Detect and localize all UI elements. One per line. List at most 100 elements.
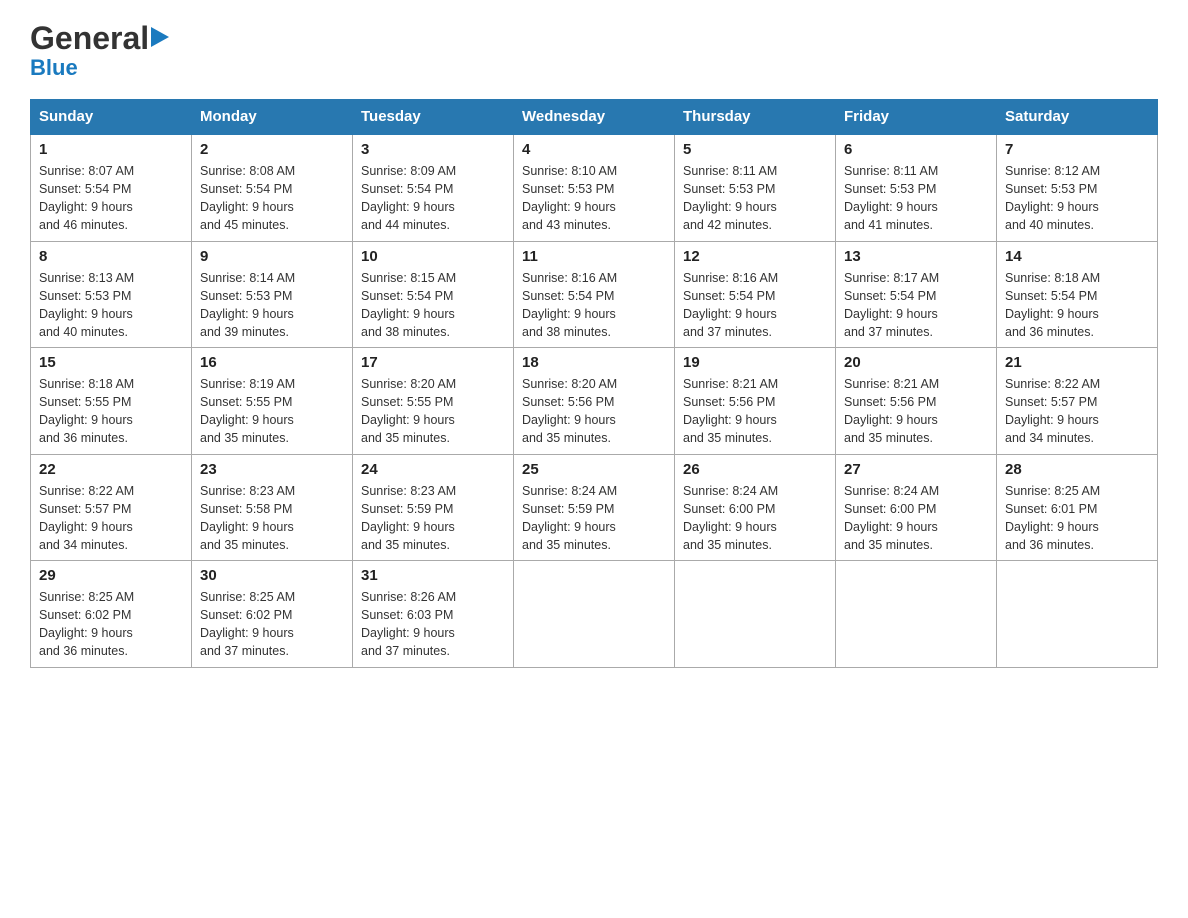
day-info: Sunrise: 8:20 AMSunset: 5:56 PMDaylight:… — [522, 377, 617, 445]
calendar-cell: 31 Sunrise: 8:26 AMSunset: 6:03 PMDaylig… — [353, 561, 514, 668]
day-number: 11 — [522, 248, 666, 265]
calendar-cell: 10 Sunrise: 8:15 AMSunset: 5:54 PMDaylig… — [353, 241, 514, 348]
day-number: 2 — [200, 141, 344, 158]
calendar-cell: 20 Sunrise: 8:21 AMSunset: 5:56 PMDaylig… — [836, 348, 997, 455]
day-number: 20 — [844, 354, 988, 371]
day-number: 19 — [683, 354, 827, 371]
day-number: 6 — [844, 141, 988, 158]
calendar-cell: 22 Sunrise: 8:22 AMSunset: 5:57 PMDaylig… — [31, 454, 192, 561]
day-info: Sunrise: 8:20 AMSunset: 5:55 PMDaylight:… — [361, 377, 456, 445]
day-number: 23 — [200, 461, 344, 478]
col-header-sunday: Sunday — [31, 100, 192, 135]
calendar-cell: 13 Sunrise: 8:17 AMSunset: 5:54 PMDaylig… — [836, 241, 997, 348]
calendar-cell: 4 Sunrise: 8:10 AMSunset: 5:53 PMDayligh… — [514, 134, 675, 241]
calendar-cell: 3 Sunrise: 8:09 AMSunset: 5:54 PMDayligh… — [353, 134, 514, 241]
day-info: Sunrise: 8:18 AMSunset: 5:55 PMDaylight:… — [39, 377, 134, 445]
day-info: Sunrise: 8:12 AMSunset: 5:53 PMDaylight:… — [1005, 164, 1100, 232]
week-row-5: 29 Sunrise: 8:25 AMSunset: 6:02 PMDaylig… — [31, 561, 1158, 668]
calendar-cell — [997, 561, 1158, 668]
day-info: Sunrise: 8:19 AMSunset: 5:55 PMDaylight:… — [200, 377, 295, 445]
week-row-3: 15 Sunrise: 8:18 AMSunset: 5:55 PMDaylig… — [31, 348, 1158, 455]
day-number: 7 — [1005, 141, 1149, 158]
day-number: 5 — [683, 141, 827, 158]
day-number: 12 — [683, 248, 827, 265]
page-header: General Blue — [30, 20, 1158, 81]
week-row-2: 8 Sunrise: 8:13 AMSunset: 5:53 PMDayligh… — [31, 241, 1158, 348]
day-info: Sunrise: 8:07 AMSunset: 5:54 PMDaylight:… — [39, 164, 134, 232]
calendar-cell: 12 Sunrise: 8:16 AMSunset: 5:54 PMDaylig… — [675, 241, 836, 348]
calendar-cell: 1 Sunrise: 8:07 AMSunset: 5:54 PMDayligh… — [31, 134, 192, 241]
calendar-cell: 26 Sunrise: 8:24 AMSunset: 6:00 PMDaylig… — [675, 454, 836, 561]
calendar-cell: 21 Sunrise: 8:22 AMSunset: 5:57 PMDaylig… — [997, 348, 1158, 455]
calendar-cell: 5 Sunrise: 8:11 AMSunset: 5:53 PMDayligh… — [675, 134, 836, 241]
day-number: 24 — [361, 461, 505, 478]
day-info: Sunrise: 8:25 AMSunset: 6:01 PMDaylight:… — [1005, 484, 1100, 552]
calendar-cell: 9 Sunrise: 8:14 AMSunset: 5:53 PMDayligh… — [192, 241, 353, 348]
day-info: Sunrise: 8:23 AMSunset: 5:58 PMDaylight:… — [200, 484, 295, 552]
day-info: Sunrise: 8:26 AMSunset: 6:03 PMDaylight:… — [361, 590, 456, 658]
calendar-cell: 27 Sunrise: 8:24 AMSunset: 6:00 PMDaylig… — [836, 454, 997, 561]
week-row-4: 22 Sunrise: 8:22 AMSunset: 5:57 PMDaylig… — [31, 454, 1158, 561]
day-number: 22 — [39, 461, 183, 478]
day-number: 25 — [522, 461, 666, 478]
day-info: Sunrise: 8:11 AMSunset: 5:53 PMDaylight:… — [844, 164, 938, 232]
day-number: 13 — [844, 248, 988, 265]
calendar-cell — [836, 561, 997, 668]
calendar-cell: 8 Sunrise: 8:13 AMSunset: 5:53 PMDayligh… — [31, 241, 192, 348]
logo-blue-text: Blue — [30, 55, 78, 81]
calendar-cell — [514, 561, 675, 668]
calendar-cell: 6 Sunrise: 8:11 AMSunset: 5:53 PMDayligh… — [836, 134, 997, 241]
day-info: Sunrise: 8:10 AMSunset: 5:53 PMDaylight:… — [522, 164, 617, 232]
logo-general-text: General — [30, 20, 149, 57]
calendar-cell: 30 Sunrise: 8:25 AMSunset: 6:02 PMDaylig… — [192, 561, 353, 668]
day-number: 10 — [361, 248, 505, 265]
day-number: 17 — [361, 354, 505, 371]
day-number: 4 — [522, 141, 666, 158]
calendar-cell: 7 Sunrise: 8:12 AMSunset: 5:53 PMDayligh… — [997, 134, 1158, 241]
col-header-saturday: Saturday — [997, 100, 1158, 135]
day-info: Sunrise: 8:22 AMSunset: 5:57 PMDaylight:… — [39, 484, 134, 552]
day-info: Sunrise: 8:11 AMSunset: 5:53 PMDaylight:… — [683, 164, 777, 232]
col-header-tuesday: Tuesday — [353, 100, 514, 135]
day-number: 9 — [200, 248, 344, 265]
day-number: 21 — [1005, 354, 1149, 371]
calendar-cell: 24 Sunrise: 8:23 AMSunset: 5:59 PMDaylig… — [353, 454, 514, 561]
day-info: Sunrise: 8:24 AMSunset: 6:00 PMDaylight:… — [683, 484, 778, 552]
day-info: Sunrise: 8:18 AMSunset: 5:54 PMDaylight:… — [1005, 271, 1100, 339]
calendar-cell — [675, 561, 836, 668]
day-info: Sunrise: 8:24 AMSunset: 5:59 PMDaylight:… — [522, 484, 617, 552]
day-number: 15 — [39, 354, 183, 371]
calendar-cell: 14 Sunrise: 8:18 AMSunset: 5:54 PMDaylig… — [997, 241, 1158, 348]
day-number: 27 — [844, 461, 988, 478]
col-header-wednesday: Wednesday — [514, 100, 675, 135]
day-info: Sunrise: 8:24 AMSunset: 6:00 PMDaylight:… — [844, 484, 939, 552]
day-number: 28 — [1005, 461, 1149, 478]
day-info: Sunrise: 8:23 AMSunset: 5:59 PMDaylight:… — [361, 484, 456, 552]
col-header-monday: Monday — [192, 100, 353, 135]
day-number: 31 — [361, 567, 505, 584]
calendar-cell: 16 Sunrise: 8:19 AMSunset: 5:55 PMDaylig… — [192, 348, 353, 455]
calendar-cell: 11 Sunrise: 8:16 AMSunset: 5:54 PMDaylig… — [514, 241, 675, 348]
day-info: Sunrise: 8:15 AMSunset: 5:54 PMDaylight:… — [361, 271, 456, 339]
calendar-cell: 23 Sunrise: 8:23 AMSunset: 5:58 PMDaylig… — [192, 454, 353, 561]
day-number: 26 — [683, 461, 827, 478]
day-number: 18 — [522, 354, 666, 371]
day-number: 8 — [39, 248, 183, 265]
col-header-friday: Friday — [836, 100, 997, 135]
day-info: Sunrise: 8:13 AMSunset: 5:53 PMDaylight:… — [39, 271, 134, 339]
logo: General Blue — [30, 20, 169, 81]
day-info: Sunrise: 8:22 AMSunset: 5:57 PMDaylight:… — [1005, 377, 1100, 445]
day-info: Sunrise: 8:09 AMSunset: 5:54 PMDaylight:… — [361, 164, 456, 232]
day-info: Sunrise: 8:21 AMSunset: 5:56 PMDaylight:… — [844, 377, 939, 445]
day-number: 30 — [200, 567, 344, 584]
calendar-cell: 17 Sunrise: 8:20 AMSunset: 5:55 PMDaylig… — [353, 348, 514, 455]
col-header-thursday: Thursday — [675, 100, 836, 135]
day-info: Sunrise: 8:16 AMSunset: 5:54 PMDaylight:… — [683, 271, 778, 339]
calendar-cell: 2 Sunrise: 8:08 AMSunset: 5:54 PMDayligh… — [192, 134, 353, 241]
day-number: 1 — [39, 141, 183, 158]
day-info: Sunrise: 8:08 AMSunset: 5:54 PMDaylight:… — [200, 164, 295, 232]
calendar-cell: 29 Sunrise: 8:25 AMSunset: 6:02 PMDaylig… — [31, 561, 192, 668]
calendar-cell: 25 Sunrise: 8:24 AMSunset: 5:59 PMDaylig… — [514, 454, 675, 561]
day-info: Sunrise: 8:14 AMSunset: 5:53 PMDaylight:… — [200, 271, 295, 339]
day-info: Sunrise: 8:17 AMSunset: 5:54 PMDaylight:… — [844, 271, 939, 339]
